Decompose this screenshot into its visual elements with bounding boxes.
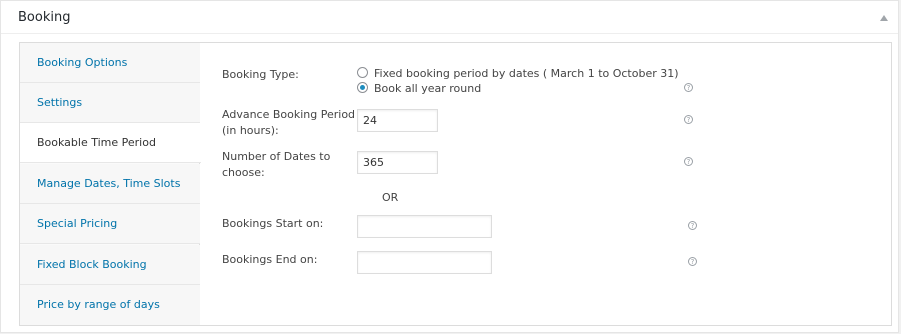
tab-fixed-block-booking[interactable]: Fixed Block Booking	[20, 245, 200, 285]
bookings-start-label: Bookings Start on:	[222, 217, 324, 230]
advance-booking-label-line2: (in hours):	[222, 124, 279, 137]
tab-settings[interactable]: Settings	[20, 83, 200, 123]
number-of-dates-label-line2: choose:	[222, 166, 265, 179]
tab-price-by-range-of-days[interactable]: Price by range of days	[20, 285, 200, 325]
tab-booking-options[interactable]: Booking Options	[20, 43, 200, 83]
bookings-start-help-icon[interactable]: ?	[688, 221, 697, 230]
all-year-option-label[interactable]: Book all year round	[374, 81, 481, 96]
metabox-title: Booking	[18, 10, 71, 25]
fixed-period-option-label[interactable]: Fixed booking period by dates ( March 1 …	[374, 66, 679, 81]
fixed-period-radio[interactable]	[357, 67, 368, 78]
all-year-radio[interactable]	[357, 82, 368, 93]
number-of-dates-input[interactable]	[357, 151, 438, 174]
bookings-end-input[interactable]	[357, 251, 492, 274]
bookings-start-input[interactable]	[357, 215, 492, 238]
number-of-dates-label-line1: Number of Dates to	[222, 150, 331, 163]
booking-panel: Booking Options Settings Bookable Time P…	[19, 42, 892, 326]
booking-type-label: Booking Type:	[222, 68, 299, 81]
advance-booking-help-icon[interactable]: ?	[684, 115, 693, 124]
tab-special-pricing[interactable]: Special Pricing	[20, 204, 200, 244]
or-separator: OR	[382, 191, 399, 204]
bookings-end-label: Bookings End on:	[222, 253, 318, 266]
bookable-time-period-form: Booking Type: Fixed booking period by da…	[200, 43, 891, 325]
tab-list: Booking Options Settings Bookable Time P…	[20, 43, 201, 325]
advance-booking-input[interactable]	[357, 109, 438, 132]
number-of-dates-help-icon[interactable]: ?	[684, 157, 693, 166]
booking-type-help-icon[interactable]: ?	[684, 83, 693, 92]
booking-metabox: Booking Booking Options Settings Bookabl…	[0, 0, 899, 333]
tab-bookable-time-period[interactable]: Bookable Time Period	[20, 123, 201, 163]
bookings-end-help-icon[interactable]: ?	[688, 257, 697, 266]
collapse-toggle-icon[interactable]	[880, 15, 888, 21]
tab-manage-dates-time-slots[interactable]: Manage Dates, Time Slots	[20, 164, 200, 204]
metabox-header[interactable]: Booking	[1, 1, 898, 34]
advance-booking-label-line1: Advance Booking Period	[222, 108, 356, 121]
